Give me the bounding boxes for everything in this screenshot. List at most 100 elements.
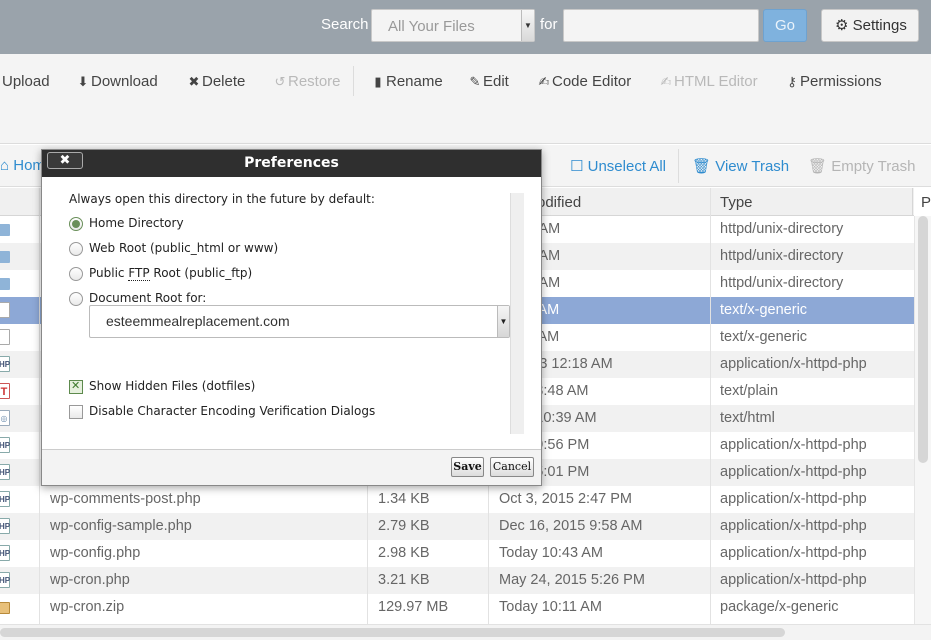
- pencil-icon: ✎: [469, 74, 481, 89]
- search-scope-select[interactable]: All Your Files ▼: [371, 9, 535, 42]
- vertical-scrollbar[interactable]: [914, 216, 931, 624]
- dialog-scrollbar[interactable]: [510, 193, 524, 434]
- trash-icon: 🗑: [808, 158, 828, 175]
- home-icon: ⌂: [0, 157, 10, 174]
- file-toolbar: Upload ⬇ Download ✖ Delete ↺ Restore ▮ Renam…: [0, 54, 931, 144]
- php-file-icon: HP: [0, 437, 10, 453]
- default-directory-prompt: Always open this directory in the future…: [69, 192, 375, 206]
- restore-button[interactable]: ↺ Restore: [272, 73, 341, 90]
- save-button[interactable]: Save: [451, 457, 484, 477]
- file-type: application/x-httpd-php: [720, 491, 867, 507]
- file-icon: ▮: [374, 74, 382, 89]
- search-scope-value: All Your Files: [388, 18, 475, 35]
- file-type: httpd/unix-directory: [720, 248, 844, 264]
- download-button[interactable]: ⬇ Download: [75, 73, 158, 90]
- radio-button[interactable]: [69, 292, 83, 306]
- file-name: wp-cron.zip: [50, 599, 125, 615]
- upload-button[interactable]: Upload: [2, 73, 50, 90]
- view-trash-button[interactable]: 🗑 View Trash: [692, 157, 789, 175]
- file-size: 2.98 KB: [378, 545, 430, 561]
- permissions-button[interactable]: ⚷ Permissions: [784, 73, 881, 90]
- rename-button[interactable]: ▮ Rename: [370, 73, 442, 90]
- html-editor-button[interactable]: ✍ HTML Editor: [658, 73, 758, 90]
- checkbox[interactable]: [69, 405, 83, 419]
- column-divider: [710, 188, 711, 624]
- download-label: Download: [91, 73, 158, 90]
- trash-icon: 🗑: [692, 158, 712, 175]
- empty-trash-label: Empty Trash: [831, 158, 916, 175]
- radio-button[interactable]: [69, 217, 83, 231]
- file-type: application/x-httpd-php: [720, 545, 867, 561]
- table-row[interactable]: wp-cron.zip 129.97 MB Today 10:11 AM packag…: [0, 594, 914, 621]
- file-type: application/x-httpd-php: [720, 464, 867, 480]
- search-input[interactable]: [563, 9, 759, 42]
- close-icon: ✖: [188, 74, 200, 89]
- table-row[interactable]: HP wp-config.php 2.98 KB Today 10:43 AM appl…: [0, 540, 914, 567]
- table-row[interactable]: HP wp-cron.php 3.21 KB May 24, 2015 5:26 PM…: [0, 567, 914, 594]
- edit-button[interactable]: ✎ Edit: [467, 73, 509, 90]
- unselect-all-button[interactable]: ☐ Unselect All: [570, 157, 666, 175]
- column-header-type[interactable]: Type: [720, 194, 753, 211]
- html-file-icon: ◎: [0, 410, 10, 426]
- gear-icon: ⚙: [835, 17, 849, 34]
- cancel-button[interactable]: Cancel: [490, 457, 534, 477]
- code-editor-label: Code Editor: [552, 73, 632, 90]
- restore-label: Restore: [288, 73, 341, 90]
- file-name: wp-config.php: [50, 545, 141, 561]
- undo-icon: ↺: [274, 74, 286, 89]
- radio-button[interactable]: [69, 242, 83, 256]
- scrollbar-thumb[interactable]: [0, 628, 785, 637]
- radio-label-part: Root (public_ftp): [149, 266, 253, 280]
- file-modified: Oct 3, 2015 2:47 PM: [499, 491, 632, 507]
- file-name: wp-cron.php: [50, 572, 130, 588]
- key-icon: ⚷: [787, 74, 797, 89]
- chevron-down-icon: ▼: [497, 306, 509, 337]
- file-type: text/x-generic: [720, 329, 808, 345]
- column-header-modified[interactable]: odified: [537, 194, 581, 211]
- view-trash-label: View Trash: [715, 158, 790, 175]
- file-type: application/x-httpd-php: [720, 437, 867, 453]
- edit-box-icon: ✍: [538, 74, 550, 89]
- folder-file-icon: [0, 278, 10, 290]
- download-icon: ⬇: [77, 74, 89, 89]
- search-bar: Search All Your Files ▼ for Go ⚙ Setting…: [0, 0, 931, 54]
- file-type: httpd/unix-directory: [720, 275, 844, 291]
- table-row[interactable]: HP wp-config-sample.php 2.79 KB Dec 16, 201…: [0, 513, 914, 540]
- code-editor-button[interactable]: ✍ Code Editor: [536, 73, 632, 90]
- search-label: Search: [321, 16, 369, 33]
- table-row[interactable]: HP wp-comments-post.php 1.34 KB Oct 3, 2015…: [0, 486, 914, 513]
- settings-button[interactable]: ⚙ Settings: [821, 9, 919, 42]
- radio-label: Home Directory: [89, 216, 184, 230]
- home-button[interactable]: ⌂ Hom: [0, 157, 45, 174]
- delete-button[interactable]: ✖ Delete: [186, 73, 246, 90]
- doc-file-icon: [0, 329, 10, 345]
- dialog-footer: Save Cancel: [42, 449, 541, 485]
- php-file-icon: HP: [0, 545, 10, 561]
- file-name: wp-config-sample.php: [50, 518, 192, 534]
- go-button[interactable]: Go: [763, 9, 807, 42]
- file-size: 3.21 KB: [378, 572, 430, 588]
- scrollbar-thumb[interactable]: [918, 216, 928, 463]
- txt-file-icon: T: [0, 383, 10, 399]
- for-label: for: [540, 16, 558, 33]
- square-icon: ☐: [570, 158, 584, 175]
- zip-file-icon: [0, 602, 10, 614]
- file-name: wp-comments-post.php: [50, 491, 201, 507]
- empty-trash-button[interactable]: 🗑 Empty Trash: [808, 157, 915, 175]
- file-modified: Today 10:43 AM: [499, 545, 603, 561]
- radio-label: Document Root for:: [89, 291, 207, 305]
- radio-button[interactable]: [69, 267, 83, 281]
- html-editor-label: HTML Editor: [674, 73, 758, 90]
- file-type: application/x-httpd-php: [720, 518, 867, 534]
- file-modified: Dec 16, 2015 9:58 AM: [499, 518, 643, 534]
- checkbox[interactable]: [69, 379, 83, 394]
- upload-label: Upload: [2, 73, 50, 90]
- edit-label: Edit: [483, 73, 509, 90]
- column-header-permissions[interactable]: P: [921, 194, 931, 211]
- horizontal-scrollbar[interactable]: [0, 624, 931, 640]
- doc-file-icon: [0, 302, 10, 318]
- file-type: application/x-httpd-php: [720, 572, 867, 588]
- preferences-dialog: ✖ Preferences Always open this directory…: [41, 149, 542, 486]
- document-root-domain-select[interactable]: esteemmealreplacement.com ▼: [89, 305, 510, 338]
- file-size: 2.79 KB: [378, 518, 430, 534]
